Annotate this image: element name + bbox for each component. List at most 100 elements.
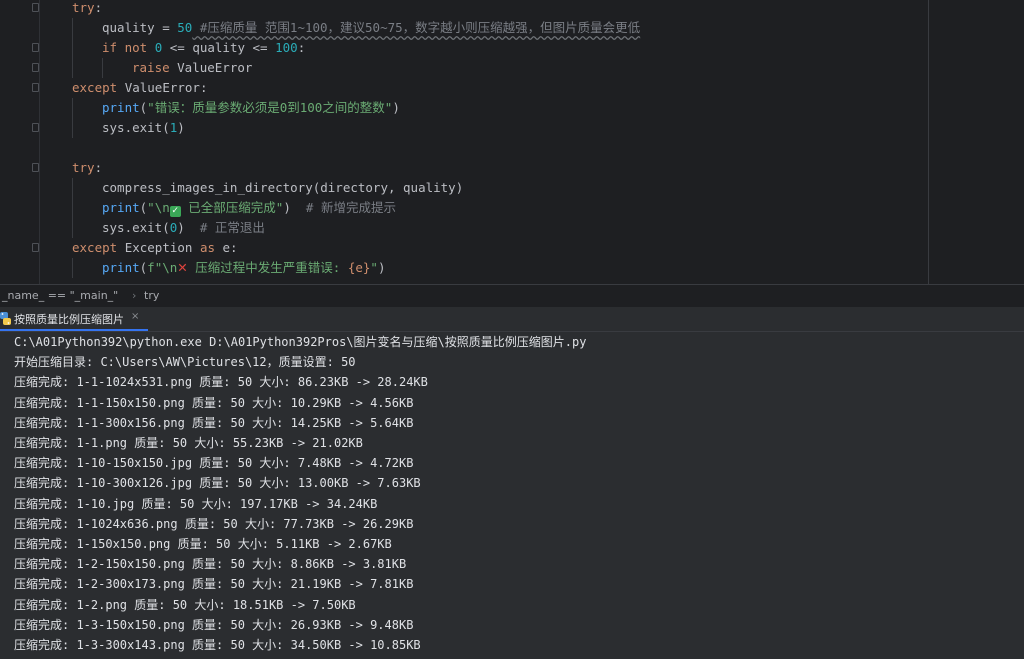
console-line: 压缩完成: 1-1-150x150.png 质量: 50 大小: 10.29KB… xyxy=(14,395,414,410)
code-line[interactable]: except ValueError: xyxy=(0,78,1024,98)
code-text: sys.exit(0) # 正常退出 xyxy=(102,218,265,238)
console-line: 压缩完成: 1-3-300x143.png 质量: 50 大小: 34.50KB… xyxy=(14,638,421,652)
code-line[interactable]: print("\n ✓ 已全部压缩完成") # 新增完成提示 xyxy=(0,198,1024,218)
console-line: 压缩完成: 1-10.jpg 质量: 50 大小: 197.17KB -> 34… xyxy=(14,496,378,511)
console-line: 压缩完成: 1-2-150x150.png 质量: 50 大小: 8.86KB … xyxy=(14,557,407,572)
indent-guide xyxy=(72,258,73,278)
code-token: sys.exit( xyxy=(102,220,170,235)
indent-guide xyxy=(72,118,73,138)
indent-guide xyxy=(72,218,73,238)
code-token: as xyxy=(192,240,223,255)
fold-marker-icon[interactable] xyxy=(32,83,39,92)
code-line[interactable]: compress_images_in_directory(directory, … xyxy=(0,178,1024,198)
fold-marker-icon[interactable] xyxy=(32,243,39,252)
console-line: 开始压缩目录: C:\Users\AW\Pictures\12，质量设置: 50 xyxy=(14,355,356,370)
code-text: try: xyxy=(72,158,102,178)
code-token: ) xyxy=(377,260,386,275)
code-text: sys.exit(1) xyxy=(102,118,185,138)
cross-mark-icon: ✕ xyxy=(177,260,188,275)
console-line: 压缩完成: 1-150x150.png 质量: 50 大小: 5.11KB ->… xyxy=(14,537,392,551)
code-token: if not xyxy=(102,40,155,55)
code-token: ) xyxy=(283,200,291,215)
indent-guide xyxy=(72,178,73,198)
code-token: try xyxy=(72,160,95,175)
fold-marker-icon[interactable] xyxy=(32,63,39,72)
breadcrumb-item-main-check[interactable]: _name_ == "_main_" xyxy=(2,285,118,306)
console-line: 压缩完成: 1-3-150x150.png 质量: 50 大小: 26.93KB… xyxy=(14,617,414,632)
code-line[interactable]: sys.exit(1) xyxy=(0,118,1024,138)
code-token: except xyxy=(72,80,125,95)
code-token: {e} xyxy=(347,260,371,275)
code-token: ValueError xyxy=(177,60,253,75)
code-token: Exception xyxy=(124,240,193,255)
code-token: ) xyxy=(392,100,400,115)
code-line[interactable]: raise ValueError xyxy=(0,58,1024,78)
code-line[interactable]: sys.exit(0) # 正常退出 xyxy=(0,218,1024,238)
code-editor[interactable]: try: quality = 50 #压缩质量 范围1~100，建议50~75，数… xyxy=(0,0,1024,284)
code-token: #压缩质量 范围1~100，建议50~75，数字越小则压缩越强，但图片质量会更低 xyxy=(192,20,641,35)
code-text: if not 0 <= quality <= 100: xyxy=(102,38,305,58)
code-token: 100 xyxy=(275,40,298,55)
console-line: 压缩完成: 1-10-300x126.jpg 质量: 50 大小: 13.00K… xyxy=(14,476,421,491)
run-tab-label: 按照质量比例压缩图片 xyxy=(14,313,124,326)
indent-guide xyxy=(72,198,73,218)
run-console[interactable]: C:\A01Python392\python.exe D:\A01Python3… xyxy=(0,332,1024,659)
code-text: print("\n ✓ 已全部压缩完成") # 新增完成提示 xyxy=(102,198,396,218)
indent-guide xyxy=(72,38,73,58)
console-line: 压缩完成: 1-1-300x156.png 质量: 50 大小: 14.25KB… xyxy=(14,415,414,430)
code-token: "\n xyxy=(147,200,170,215)
code-line[interactable]: try: xyxy=(0,0,1024,18)
code-token: = xyxy=(154,20,178,35)
console-line: 压缩完成: 1-1024x636.png 质量: 50 大小: 77.73KB … xyxy=(14,516,414,531)
code-token: try xyxy=(72,0,95,15)
code-text: compress_images_in_directory(directory, … xyxy=(102,178,463,198)
breadcrumb: _name_ == "_main_" › try xyxy=(0,284,1024,308)
code-token: <= quality <= xyxy=(162,40,276,55)
code-token: : xyxy=(94,160,103,175)
fold-marker-icon[interactable] xyxy=(32,123,39,132)
code-token: print xyxy=(102,100,140,115)
indent-guide xyxy=(72,58,73,78)
fold-marker-icon[interactable] xyxy=(32,43,39,52)
code-token: # 正常退出 xyxy=(184,220,265,235)
code-token: print xyxy=(102,260,140,275)
code-token: 压缩过程中发生严重错误: xyxy=(187,260,348,275)
run-tab[interactable]: 按照质量比例压缩图片 × xyxy=(0,307,148,331)
code-token: ) xyxy=(177,220,185,235)
code-line[interactable]: quality = 50 #压缩质量 范围1~100，建议50~75，数字越小则… xyxy=(0,18,1024,38)
console-line: 压缩完成: 1-10-150x150.jpg 质量: 50 大小: 7.48KB… xyxy=(14,456,414,471)
close-icon[interactable]: × xyxy=(131,311,139,322)
code-line[interactable]: if not 0 <= quality <= 100: xyxy=(0,38,1024,58)
code-text: try: xyxy=(72,0,102,18)
code-line[interactable] xyxy=(0,138,1024,158)
console-line: 压缩完成: 1-1.png 质量: 50 大小: 55.23KB -> 21.0… xyxy=(14,436,363,450)
code-text: except Exception as e: xyxy=(72,238,238,258)
breadcrumb-item-try[interactable]: try xyxy=(144,285,159,306)
indent-guide xyxy=(72,98,73,118)
code-token: ValueError xyxy=(124,80,200,95)
console-line: C:\A01Python392\python.exe D:\A01Python3… xyxy=(14,335,587,349)
code-text: except ValueError: xyxy=(72,78,207,98)
indent-guide xyxy=(102,58,103,78)
indent-guide xyxy=(72,18,73,38)
code-line[interactable]: try: xyxy=(0,158,1024,178)
code-line[interactable]: print("错误：质量参数必须是0到100之间的整数") xyxy=(0,98,1024,118)
code-token: compress_images_in_directory(directory, … xyxy=(102,180,464,195)
code-token: " xyxy=(370,260,378,275)
code-token: : xyxy=(199,80,208,95)
fold-marker-icon[interactable] xyxy=(32,3,39,12)
code-text: raise ValueError xyxy=(132,58,252,78)
console-line: 压缩完成: 1-1-1024x531.png 质量: 50 大小: 86.23K… xyxy=(14,375,428,390)
breadcrumb-separator: › xyxy=(132,289,137,302)
fold-marker-icon[interactable] xyxy=(32,163,39,172)
code-line[interactable]: except Exception as e: xyxy=(0,238,1024,258)
code-token: # 新增完成提示 xyxy=(290,200,396,215)
code-token: print xyxy=(102,200,140,215)
code-text: print("错误：质量参数必须是0到100之间的整数") xyxy=(102,98,400,118)
code-token: 已全部压缩完成" xyxy=(180,200,284,215)
code-line[interactable]: print(f"\n✕ 压缩过程中发生严重错误: {e}") xyxy=(0,258,1024,278)
console-line: 压缩完成: 1-2.png 质量: 50 大小: 18.51KB -> 7.50… xyxy=(14,597,356,612)
code-text: print(f"\n✕ 压缩过程中发生严重错误: {e}") xyxy=(102,258,385,278)
code-token: f"\n xyxy=(147,260,178,275)
code-token: quality xyxy=(102,20,155,35)
